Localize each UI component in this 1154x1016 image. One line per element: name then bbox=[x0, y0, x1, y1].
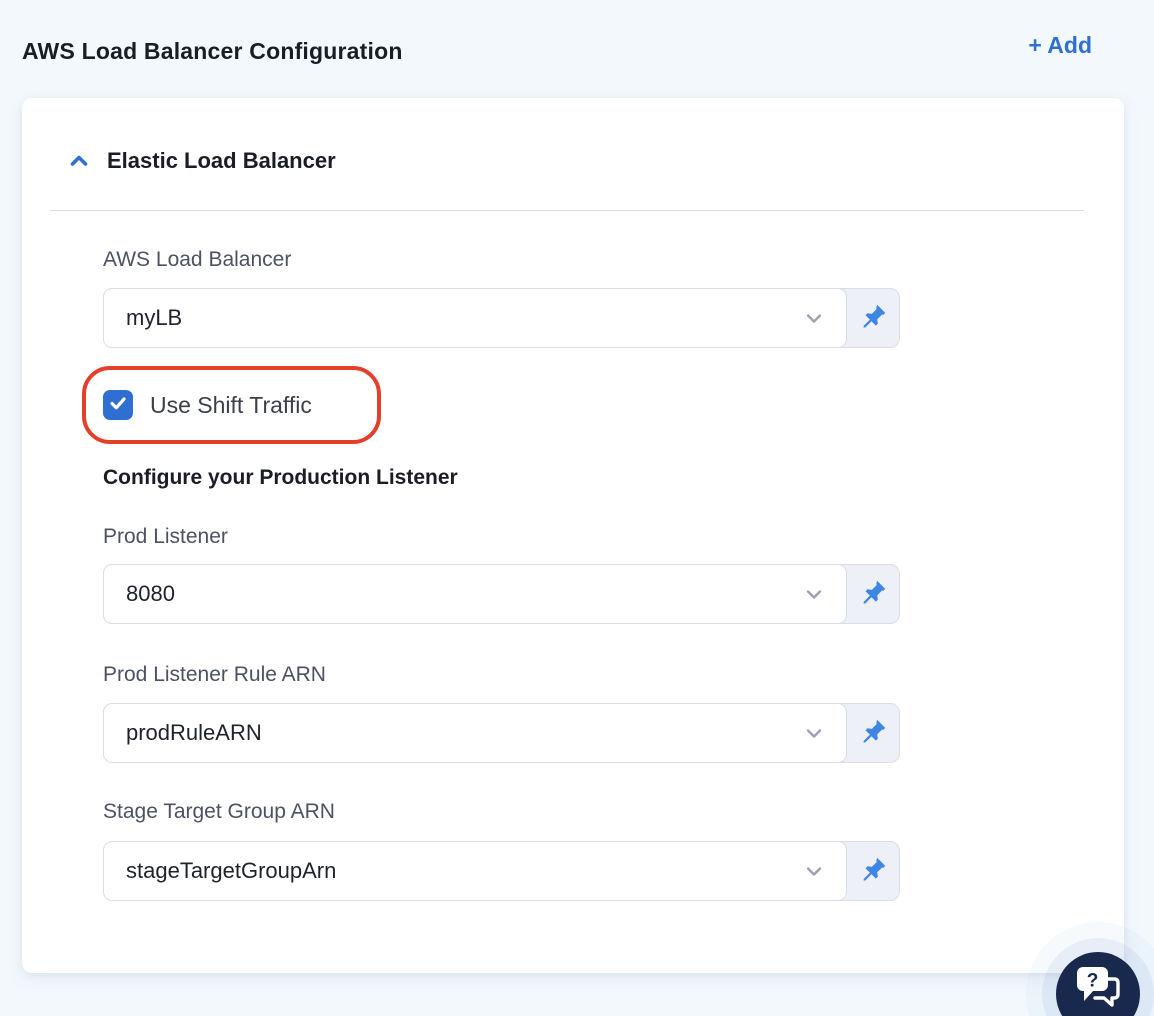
chevron-up-icon[interactable] bbox=[68, 150, 90, 172]
field-label-prod-listener-rule-arn: Prod Listener Rule ARN bbox=[103, 663, 326, 686]
use-shift-traffic-row: Use Shift Traffic bbox=[82, 366, 1084, 444]
fields-area: AWS Load Balancer myLB Use Shift Traffic… bbox=[50, 249, 1084, 901]
section-header-elastic-load-balancer[interactable]: Elastic Load Balancer bbox=[50, 148, 1084, 174]
prod-listener-value: 8080 bbox=[126, 581, 175, 606]
prod-listener-field-group: 8080 bbox=[103, 564, 900, 624]
section-title: Elastic Load Balancer bbox=[107, 148, 336, 173]
page-title: AWS Load Balancer Configuration bbox=[22, 38, 403, 64]
svg-text:?: ? bbox=[1087, 970, 1099, 991]
pushpin-icon bbox=[860, 303, 887, 333]
aws-load-balancer-select[interactable]: myLB bbox=[103, 288, 847, 348]
stage-target-group-arn-value: stageTargetGroupArn bbox=[126, 858, 337, 883]
pushpin-icon bbox=[860, 718, 887, 748]
pin-button[interactable] bbox=[847, 842, 899, 900]
add-button[interactable]: + Add bbox=[1028, 34, 1092, 57]
config-card: Elastic Load Balancer AWS Load Balancer … bbox=[22, 98, 1124, 973]
prod-listener-rule-arn-select[interactable]: prodRuleARN bbox=[103, 703, 847, 763]
prod-listener-select[interactable]: 8080 bbox=[103, 564, 847, 624]
use-shift-traffic-label[interactable]: Use Shift Traffic bbox=[150, 392, 312, 419]
pin-button[interactable] bbox=[847, 704, 899, 762]
pin-button[interactable] bbox=[847, 289, 899, 347]
field-label-stage-target-group-arn: Stage Target Group ARN bbox=[103, 800, 335, 823]
chevron-down-icon[interactable] bbox=[802, 582, 826, 606]
pin-button[interactable] bbox=[847, 565, 899, 623]
field-label-prod-listener: Prod Listener bbox=[103, 525, 228, 548]
pushpin-icon bbox=[860, 856, 887, 886]
chat-help-icon: ? bbox=[1075, 966, 1121, 1012]
aws-load-balancer-value: myLB bbox=[126, 305, 183, 330]
chevron-down-icon[interactable] bbox=[802, 306, 826, 330]
prod-listener-rule-arn-value: prodRuleARN bbox=[126, 720, 262, 745]
section-divider bbox=[50, 210, 1084, 211]
checkmark-icon bbox=[107, 392, 129, 419]
chevron-down-icon[interactable] bbox=[802, 859, 826, 883]
stage-target-group-arn-select[interactable]: stageTargetGroupArn bbox=[103, 841, 847, 901]
stage-target-group-arn-field-group: stageTargetGroupArn bbox=[103, 841, 900, 901]
aws-load-balancer-field-group: myLB bbox=[103, 288, 900, 348]
field-label-aws-load-balancer: AWS Load Balancer bbox=[103, 248, 292, 271]
subheading-configure-production-listener: Configure your Production Listener bbox=[103, 466, 458, 489]
page-header: AWS Load Balancer Configuration + Add bbox=[0, 0, 1154, 70]
chevron-down-icon[interactable] bbox=[802, 721, 826, 745]
pushpin-icon bbox=[860, 579, 887, 609]
use-shift-traffic-checkbox[interactable] bbox=[103, 390, 133, 420]
prod-listener-rule-arn-field-group: prodRuleARN bbox=[103, 703, 900, 763]
